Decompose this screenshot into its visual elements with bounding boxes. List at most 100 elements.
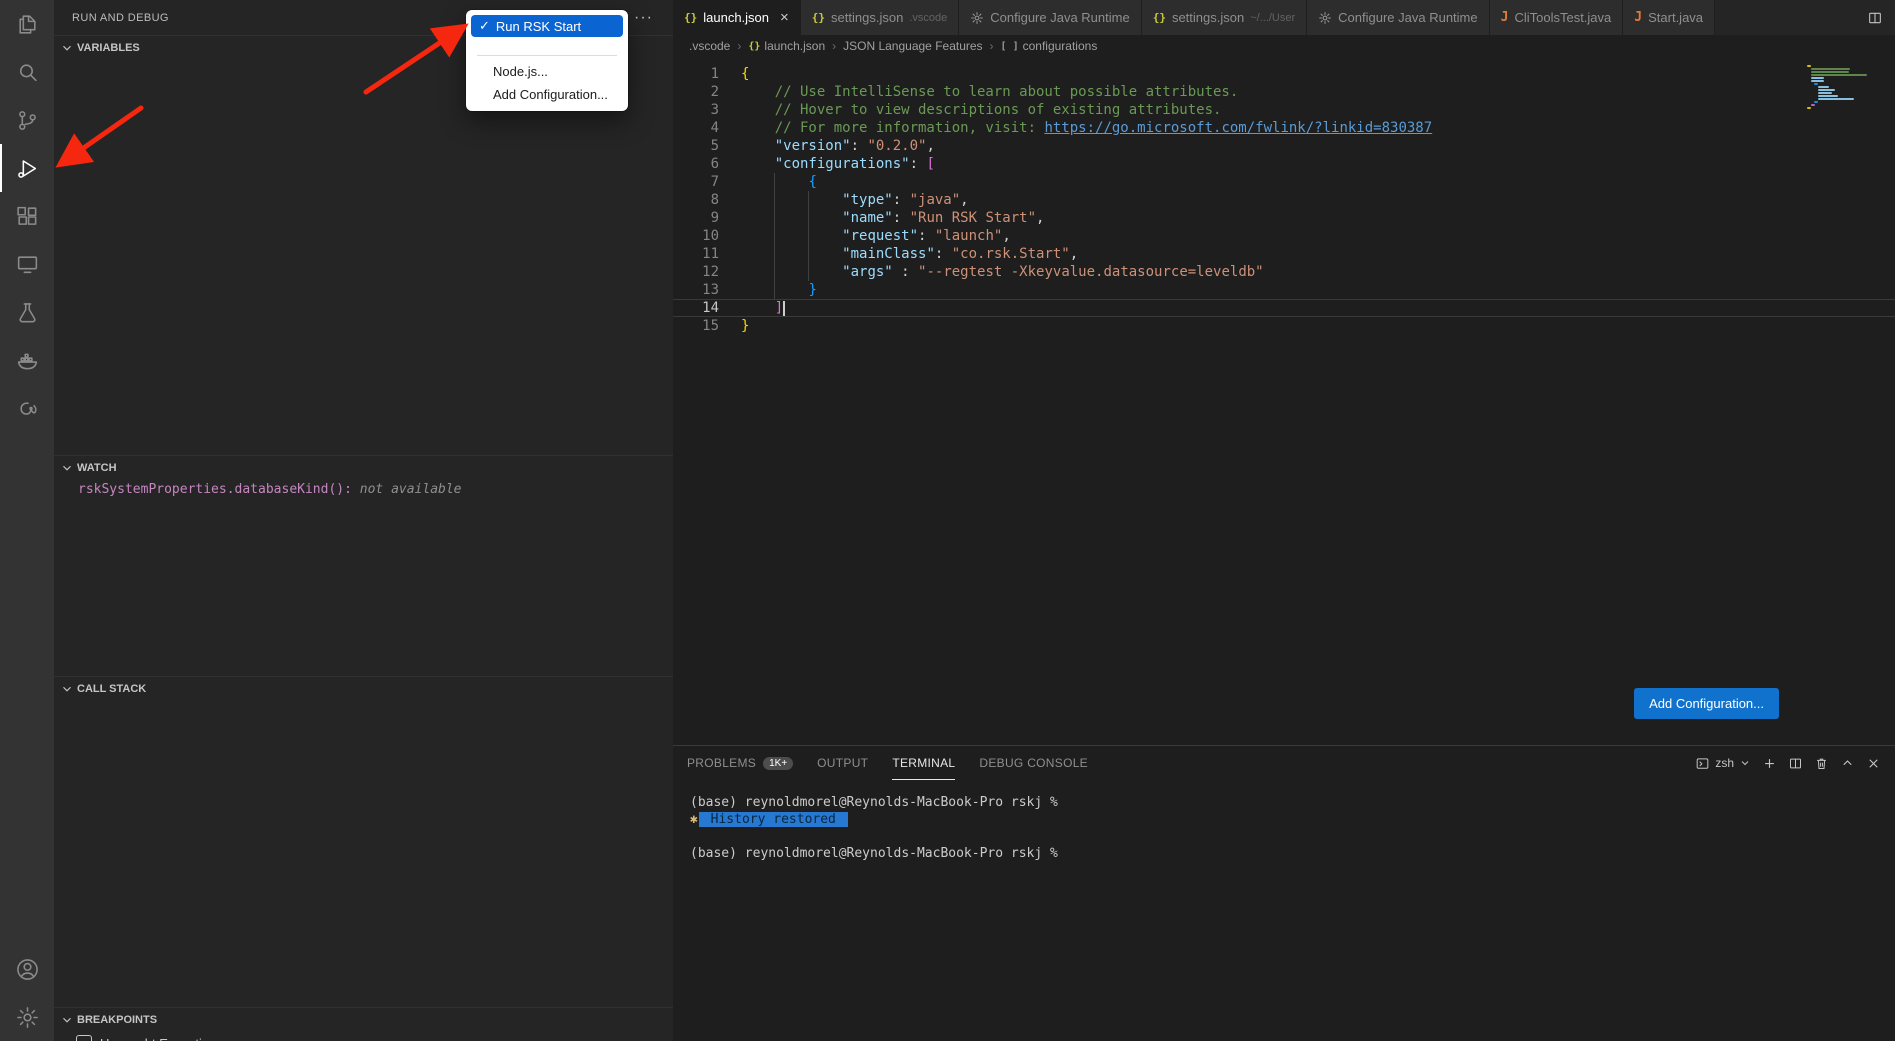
watch-expression-row[interactable]: rskSystemProperties.databaseKind(): not …: [54, 480, 673, 497]
panel-tab-terminal[interactable]: TERMINAL: [892, 746, 955, 780]
split-editor-icon[interactable]: [1867, 10, 1883, 26]
panel-tab-problems[interactable]: PROBLEMS1K+: [687, 746, 793, 780]
menu-separator: [477, 55, 617, 56]
call-stack-section-header[interactable]: CALL STACK: [54, 677, 673, 701]
tab-configure-java-runtime[interactable]: Configure Java Runtime: [959, 0, 1141, 35]
source-control-icon[interactable]: [0, 96, 54, 144]
minimap[interactable]: [1807, 65, 1877, 109]
variables-section-body: [54, 60, 673, 455]
tab-label: CliToolsTest.java: [1514, 10, 1611, 25]
tab-label: Start.java: [1648, 10, 1703, 25]
breadcrumb-item-configurations[interactable]: [ ]configurations: [1001, 39, 1098, 53]
breadcrumb-item-launch-json[interactable]: {} launch.json: [748, 39, 825, 53]
json-braces-icon: {}: [1153, 11, 1166, 24]
close-panel-icon[interactable]: [1866, 756, 1881, 771]
panel-tab-label: OUTPUT: [817, 756, 868, 770]
line-content: "type": "java",: [719, 191, 969, 209]
code-line-14[interactable]: 14 ]: [673, 299, 1895, 317]
line-content: "version": "0.2.0",: [719, 137, 935, 155]
menu-item-add-configuration[interactable]: Add Configuration...: [471, 83, 623, 106]
code-line-10[interactable]: 10 "request": "launch",: [673, 227, 1895, 245]
code-line-15[interactable]: 15}: [673, 317, 1895, 335]
settings-gear-icon[interactable]: [0, 993, 54, 1041]
line-content: {: [719, 65, 749, 83]
explorer-icon[interactable]: [0, 0, 54, 48]
code-line-5[interactable]: 5 "version": "0.2.0",: [673, 137, 1895, 155]
json-braces-icon: {}: [748, 41, 760, 52]
remote-explorer-icon[interactable]: [0, 240, 54, 288]
chevron-down-icon: [60, 41, 74, 55]
tab-settings-json[interactable]: {} settings.json ~/.../User: [1142, 0, 1307, 35]
code-content: 1{2 // Use IntelliSense to learn about p…: [673, 57, 1895, 335]
panel-tab-debug-console[interactable]: DEBUG CONSOLE: [979, 746, 1088, 780]
maximize-panel-chevron-up-icon[interactable]: [1840, 756, 1855, 771]
docker-icon[interactable]: [0, 336, 54, 384]
breadcrumb-item-json-language-features[interactable]: JSON Language Features: [843, 39, 982, 53]
breadcrumb-separator: ›: [832, 39, 836, 53]
close-icon[interactable]: ×: [780, 9, 789, 26]
menu-selected-label: Run RSK Start: [496, 19, 581, 34]
line-number: 2: [673, 83, 719, 101]
code-line-1[interactable]: 1{: [673, 65, 1895, 83]
add-configuration-button[interactable]: Add Configuration...: [1634, 688, 1779, 719]
breakpoints-section-header[interactable]: BREAKPOINTS: [54, 1008, 673, 1032]
gradle-icon[interactable]: [0, 384, 54, 432]
problems-count-badge: 1K+: [763, 757, 793, 770]
code-line-6[interactable]: 6 "configurations": [: [673, 155, 1895, 173]
watch-section-header[interactable]: WATCH: [54, 456, 673, 480]
code-line-7[interactable]: 7 {: [673, 173, 1895, 191]
breadcrumb-item-vscode[interactable]: .vscode: [689, 39, 730, 53]
menu-item-nodejs[interactable]: Node.js...: [471, 60, 623, 83]
tab-clitoolstest-java[interactable]: JCliToolsTest.java: [1490, 0, 1624, 35]
tab-launch-json[interactable]: {}launch.json×: [673, 0, 801, 35]
code-line-4[interactable]: 4 // For more information, visit: https:…: [673, 119, 1895, 137]
tab-description: ~/.../User: [1250, 12, 1295, 24]
history-restored-text: History restored: [699, 812, 848, 827]
terminal-profile-selector[interactable]: zsh: [1695, 756, 1751, 771]
code-line-9[interactable]: 9 "name": "Run RSK Start",: [673, 209, 1895, 227]
testing-icon[interactable]: [0, 288, 54, 336]
breadcrumb-separator: ›: [990, 39, 994, 53]
panel-tab-output[interactable]: OUTPUT: [817, 746, 868, 780]
chevron-down-icon: [60, 682, 74, 696]
search-icon[interactable]: [0, 48, 54, 96]
minimap-line: [1811, 77, 1825, 79]
minimap-line: [1814, 83, 1818, 85]
run-and-debug-icon[interactable]: [0, 144, 54, 192]
accounts-icon[interactable]: [0, 945, 54, 993]
array-symbol-icon: [ ]: [1001, 41, 1019, 52]
checkmark-icon: ✓: [479, 18, 490, 34]
minimap-line: [1818, 89, 1835, 91]
extensions-icon[interactable]: [0, 192, 54, 240]
line-number: 5: [673, 137, 719, 155]
split-terminal-icon[interactable]: [1788, 756, 1803, 771]
code-line-8[interactable]: 8 "type": "java",: [673, 191, 1895, 209]
terminal-icon: [1695, 756, 1710, 771]
more-actions-icon[interactable]: ···: [634, 13, 653, 23]
minimap-line: [1807, 107, 1811, 109]
minimap-line: [1807, 65, 1811, 67]
new-terminal-plus-icon[interactable]: [1762, 756, 1777, 771]
menu-item-run-rsk-start[interactable]: ✓ Run RSK Start: [471, 15, 623, 37]
tab-configure-java-runtime[interactable]: Configure Java Runtime: [1307, 0, 1489, 35]
uncaught-exceptions-label: Uncaught Exceptions: [100, 1036, 223, 1041]
terminal-output[interactable]: (base) reynoldmorel@Reynolds-MacBook-Pro…: [673, 780, 1895, 862]
uncaught-exceptions-checkbox[interactable]: [76, 1035, 92, 1041]
line-number: 11: [673, 245, 719, 263]
line-number: 12: [673, 263, 719, 281]
code-line-2[interactable]: 2 // Use IntelliSense to learn about pos…: [673, 83, 1895, 101]
code-line-11[interactable]: 11 "mainClass": "co.rsk.Start",: [673, 245, 1895, 263]
terminal-line: ✱ History restored: [690, 811, 1895, 828]
code-line-12[interactable]: 12 "args" : "--regtest -Xkeyvalue.dataso…: [673, 263, 1895, 281]
watch-section-label: WATCH: [77, 462, 117, 474]
kill-terminal-trash-icon[interactable]: [1814, 756, 1829, 771]
breadcrumb-label: launch.json: [764, 39, 825, 53]
code-line-13[interactable]: 13 }: [673, 281, 1895, 299]
tab-label: settings.json: [1172, 10, 1244, 25]
tab-start-java[interactable]: JStart.java: [1623, 0, 1715, 35]
code-editor[interactable]: 1{2 // Use IntelliSense to learn about p…: [673, 57, 1895, 745]
bottom-panel: PROBLEMS1K+ OUTPUT TERMINAL DEBUG CONSOLE z…: [673, 745, 1895, 1041]
editor-tab-bar: {}launch.json×{}settings.json.vscodeConf…: [673, 0, 1895, 35]
tab-settings-json[interactable]: {}settings.json.vscode: [801, 0, 959, 35]
code-line-3[interactable]: 3 // Hover to view descriptions of exist…: [673, 101, 1895, 119]
